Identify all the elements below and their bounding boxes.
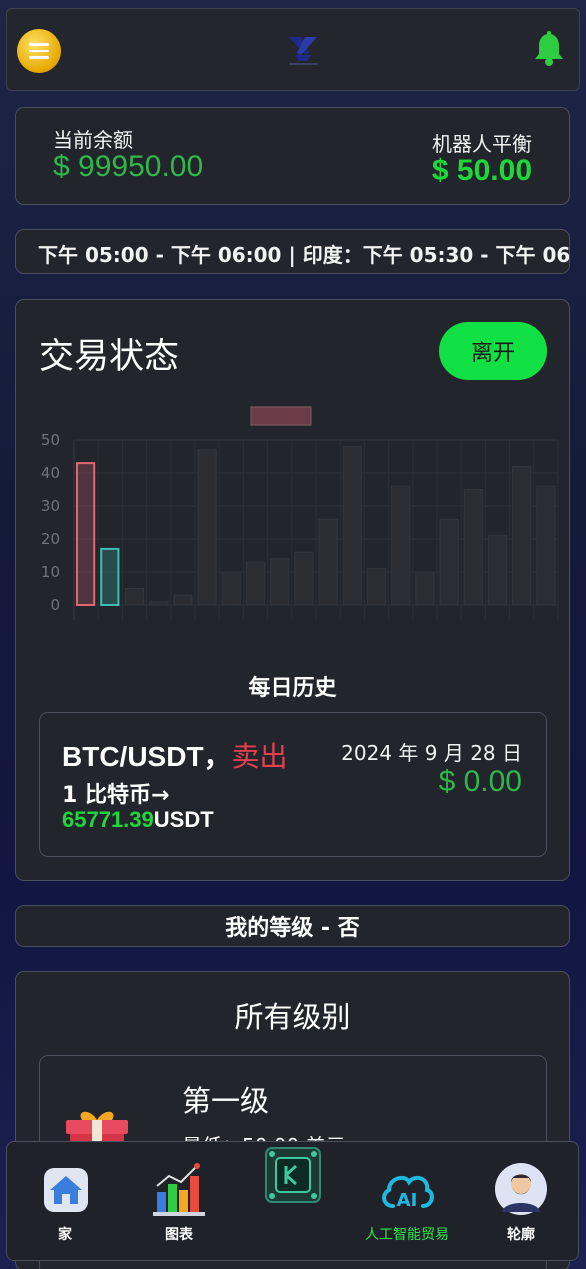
level-name: 第一级 — [182, 1084, 270, 1118]
chart-bar-background — [173, 594, 193, 606]
trade-side: 卖出 — [231, 740, 288, 773]
chart-bar — [100, 547, 120, 606]
daily-history-title: 每日历史 — [248, 676, 337, 701]
chart-bar-background — [487, 535, 508, 606]
bell-icon[interactable] — [533, 31, 565, 67]
chart-bar-background — [415, 571, 435, 606]
daily-bar-chart: 0 10 20 30 40 50 — [41, 406, 559, 620]
chart-bar-background — [512, 465, 532, 606]
chart-bar-background — [270, 558, 290, 606]
nav-item-ai-trade[interactable]: AI 人工智能贸易 — [352, 1142, 462, 1262]
ticker-text: 下午 05:00 - 下午 06:00 | 印度：下午 05:30 - 下午 0… — [38, 243, 570, 267]
chart-bar-background — [536, 485, 556, 606]
current-balance-label: 当前余额 — [53, 128, 133, 152]
chart-bar-background — [197, 449, 217, 606]
current-balance-value: $ 99950.00 — [53, 150, 204, 183]
kucoin-chip-icon — [265, 1147, 321, 1203]
chart-bar-background — [318, 518, 338, 606]
leave-button[interactable]: 离开 — [439, 322, 547, 380]
nav-label-profile: 轮廓 — [507, 1227, 535, 1243]
y-tick-label: 20 — [41, 530, 60, 548]
svg-text:AI: AI — [397, 1190, 418, 1211]
balance-card: 当前余额 $ 99950.00 机器人平衡 $ 50.00 — [15, 107, 570, 205]
trade-status-card: 交易状态 离开 0 10 20 30 40 50 每日历史 BTC/USDT，卖出 1 比… — [15, 299, 570, 881]
trade-price-line: 65771.39USDT — [62, 807, 214, 833]
my-level-bar[interactable]: 我的等级 - 否 — [15, 905, 570, 947]
y-tick-label: 50 — [41, 431, 60, 449]
nav-label-chart: 图表 — [165, 1227, 193, 1243]
trade-record-card: BTC/USDT，卖出 1 比特币→ 65771.39USDT 2024 年 9… — [39, 712, 547, 857]
all-levels-title: 所有级别 — [234, 1000, 351, 1034]
top-header — [6, 8, 580, 91]
chart-legend-box — [250, 406, 312, 426]
nav-label-home: 家 — [58, 1227, 72, 1243]
trade-date: 2024 年 9 月 28 日 — [341, 741, 522, 765]
chart-bar — [76, 462, 96, 606]
trade-pair: BTC/USDT，卖出 — [62, 735, 288, 775]
home-icon — [44, 1168, 88, 1212]
y-tick-label: 40 — [41, 464, 60, 482]
trade-status-title: 交易状态 — [39, 337, 180, 377]
chart-icon — [153, 1163, 205, 1216]
trading-hours-ticker: 下午 05:00 - 下午 06:00 | 印度：下午 05:30 - 下午 0… — [15, 229, 570, 274]
trade-profit: $ 0.00 — [438, 765, 522, 798]
nav-item-center[interactable] — [238, 1142, 348, 1262]
nav-item-chart[interactable]: 图表 — [124, 1142, 234, 1262]
hamburger-menu-icon[interactable] — [17, 29, 61, 73]
chart-bar-background — [124, 588, 145, 606]
app-logo-icon[interactable] — [285, 31, 321, 69]
chart-bar-background — [342, 446, 362, 606]
chart-bar-background — [149, 601, 169, 606]
chart-bar-background — [245, 561, 266, 606]
profile-avatar-icon — [495, 1163, 547, 1215]
chart-bar-background — [294, 551, 314, 606]
robot-balance-value: $ 50.00 — [431, 154, 532, 187]
trade-price-unit: USDT — [153, 807, 214, 832]
trade-pair-symbol: BTC/USDT， — [62, 741, 232, 772]
ai-cloud-icon: AI — [382, 1175, 434, 1211]
chart-bar-background — [439, 518, 459, 606]
bottom-navigation: 家 图表 AI 人工智能贸易 轮廓 — [6, 1141, 579, 1261]
chart-bar-background — [366, 568, 387, 606]
trade-price-value: 65771.39 — [62, 807, 154, 832]
nav-item-home[interactable]: 家 — [10, 1142, 120, 1262]
nav-item-profile[interactable]: 轮廓 — [466, 1142, 576, 1262]
trade-amount-line: 1 比特币→ — [62, 783, 170, 808]
robot-balance-label: 机器人平衡 — [432, 132, 532, 156]
chart-bar-background — [463, 489, 483, 606]
nav-label-ai-trade: 人工智能贸易 — [365, 1227, 449, 1243]
y-tick-label: 30 — [41, 497, 60, 515]
chart-bar-background — [221, 571, 241, 606]
chart-bar-background — [391, 485, 411, 606]
y-tick-label: 0 — [50, 596, 60, 614]
y-tick-label: 10 — [41, 563, 60, 581]
